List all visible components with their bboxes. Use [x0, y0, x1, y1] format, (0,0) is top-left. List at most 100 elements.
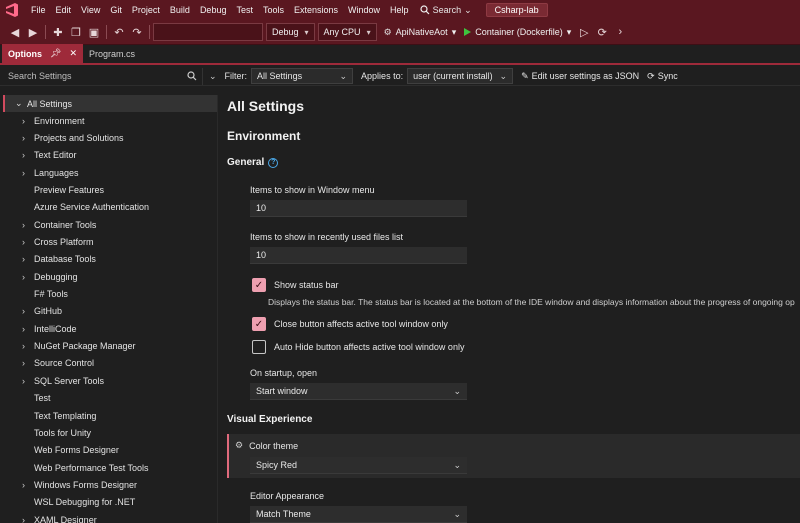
tree-item[interactable]: Text Templating	[0, 407, 217, 424]
settings-search-input[interactable]: Search Settings	[3, 67, 203, 85]
platform-dropdown[interactable]: Any CPU ▾	[317, 23, 377, 41]
menu-edit[interactable]: Edit	[51, 0, 77, 20]
start-without-debugging-icon[interactable]: ▷	[575, 23, 593, 41]
close-button-checkbox[interactable]: ✓	[252, 317, 266, 331]
tree-item-all-settings[interactable]: ⌄ All Settings	[3, 95, 217, 112]
tree-item[interactable]: WSL Debugging for .NET	[0, 494, 217, 511]
chevron-right-icon[interactable]: ›	[22, 150, 34, 160]
menu-window[interactable]: Window	[343, 0, 385, 20]
tree-item[interactable]: Azure Service Authentication	[0, 199, 217, 216]
menu-debug[interactable]: Debug	[195, 0, 232, 20]
chevron-right-icon[interactable]: ›	[22, 254, 34, 264]
chevron-right-icon[interactable]: ›	[22, 237, 34, 247]
page-title: All Settings	[227, 98, 305, 114]
editor-appearance-select[interactable]: Match Theme ⌄	[250, 506, 467, 523]
tree-item[interactable]: Tools for Unity	[0, 424, 217, 441]
chevron-right-icon[interactable]: ›	[22, 116, 34, 126]
menu-file[interactable]: File	[26, 0, 51, 20]
chevron-right-icon[interactable]: ›	[22, 220, 34, 230]
tree-item[interactable]: › GitHub	[0, 303, 217, 320]
chevron-right-icon[interactable]: ›	[22, 480, 34, 490]
color-theme-select[interactable]: Spicy Red ⌄	[250, 457, 467, 474]
tree-item[interactable]: Web Forms Designer	[0, 442, 217, 459]
recent-files-items-input[interactable]: 10	[250, 247, 467, 264]
startup-project-dropdown[interactable]: ⚙ ApiNativeAot ▾	[380, 27, 461, 38]
new-project-icon[interactable]: ✚	[49, 23, 67, 41]
menu-project[interactable]: Project	[127, 0, 165, 20]
tree-item[interactable]: › Environment	[0, 112, 217, 129]
help-icon[interactable]: ?	[268, 157, 279, 168]
redo-icon[interactable]: ↷	[128, 23, 146, 41]
tree-item[interactable]: › Cross Platform	[0, 233, 217, 250]
play-icon	[464, 28, 472, 36]
pin-icon[interactable]: 📌︎	[50, 48, 61, 59]
tree-item[interactable]: F# Tools	[0, 285, 217, 302]
tree-item[interactable]: › XAML Designer	[0, 511, 217, 523]
edit-json-button[interactable]: ✎ Edit user settings as JSON	[521, 71, 639, 82]
tab-program-cs[interactable]: Program.cs	[83, 44, 141, 63]
menu-help[interactable]: Help	[385, 0, 414, 20]
chevron-down-icon[interactable]: ⌄	[15, 98, 27, 109]
hot-reload-icon[interactable]: ⟳	[593, 23, 611, 41]
navigate-forward-icon[interactable]: ▶	[24, 23, 42, 41]
menu-view[interactable]: View	[76, 0, 105, 20]
tree-item[interactable]: › Languages	[0, 164, 217, 181]
menu-tools[interactable]: Tools	[258, 0, 289, 20]
close-icon[interactable]: ✕	[69, 48, 77, 59]
tree-item[interactable]: › Debugging	[0, 268, 217, 285]
menu-git[interactable]: Git	[105, 0, 127, 20]
run-button[interactable]: Container (Dockerfile) ▾	[460, 27, 575, 38]
tab-options[interactable]: Options 📌︎ ✕	[2, 44, 83, 63]
tree-item[interactable]: Web Performance Test Tools	[0, 459, 217, 476]
chevron-right-icon[interactable]: ›	[22, 168, 34, 178]
tree-item[interactable]: Test	[0, 390, 217, 407]
chevron-right-icon[interactable]: ›	[22, 515, 34, 523]
chevron-down-icon: ⌄	[464, 4, 472, 15]
tree-item[interactable]: › NuGet Package Manager	[0, 337, 217, 354]
chevron-right-icon[interactable]: ›	[22, 306, 34, 316]
configuration-dropdown[interactable]: Debug ▾	[266, 23, 315, 41]
chevron-right-icon[interactable]: ›	[22, 133, 34, 143]
more-icon[interactable]: ›	[611, 23, 629, 41]
tree-item[interactable]: › SQL Server Tools	[0, 372, 217, 389]
navigate-back-icon[interactable]: ◀	[6, 23, 24, 41]
tree-item[interactable]: › Text Editor	[0, 147, 217, 164]
chevron-right-icon[interactable]: ›	[22, 272, 34, 282]
menu-build[interactable]: Build	[165, 0, 195, 20]
tree-item[interactable]: › IntelliCode	[0, 320, 217, 337]
chevron-right-icon[interactable]: ›	[22, 376, 34, 386]
tree-item[interactable]: › Source Control	[0, 355, 217, 372]
window-menu-items-input[interactable]: 10	[250, 200, 467, 217]
filter-value: All Settings	[257, 71, 303, 81]
section-heading-visual-experience: Visual Experience	[227, 414, 313, 425]
search-menu[interactable]: Search ⌄	[414, 5, 478, 16]
solution-name-badge[interactable]: Csharp-lab	[485, 3, 548, 17]
show-status-bar-checkbox[interactable]: ✓	[252, 278, 266, 292]
menu-test[interactable]: Test	[231, 0, 258, 20]
color-theme-label: Color theme	[249, 440, 299, 451]
open-file-icon[interactable]: ❐	[67, 23, 85, 41]
chevron-down-icon[interactable]: ⌄	[209, 71, 217, 82]
applies-to-dropdown[interactable]: user (current install) ⌄	[407, 68, 514, 84]
tree-item[interactable]: › Container Tools	[0, 216, 217, 233]
tree-item[interactable]: Preview Features	[0, 181, 217, 198]
visual-studio-logo-icon[interactable]	[4, 2, 20, 18]
tree-item-label: Tools for Unity	[34, 427, 92, 438]
startup-select[interactable]: Start window ⌄	[250, 383, 467, 400]
toolbar-empty-combo[interactable]	[153, 23, 263, 41]
chevron-right-icon[interactable]: ›	[22, 324, 34, 334]
gear-icon[interactable]: ⚙	[235, 440, 243, 451]
chevron-right-icon[interactable]: ›	[22, 341, 34, 351]
tree-item[interactable]: › Database Tools	[0, 251, 217, 268]
menu-extensions[interactable]: Extensions	[289, 0, 343, 20]
save-all-icon[interactable]: ▣	[85, 23, 103, 41]
filter-dropdown[interactable]: All Settings ⌄	[251, 68, 354, 84]
filter-label: Filter:	[224, 71, 248, 81]
tree-item[interactable]: › Projects and Solutions	[0, 129, 217, 146]
auto-hide-checkbox[interactable]	[252, 340, 266, 354]
sync-button[interactable]: ⟳ Sync	[647, 71, 678, 82]
tree-item[interactable]: › Windows Forms Designer	[0, 476, 217, 493]
chevron-right-icon[interactable]: ›	[22, 358, 34, 368]
search-placeholder: Search Settings	[8, 71, 72, 81]
undo-icon[interactable]: ↶	[110, 23, 128, 41]
